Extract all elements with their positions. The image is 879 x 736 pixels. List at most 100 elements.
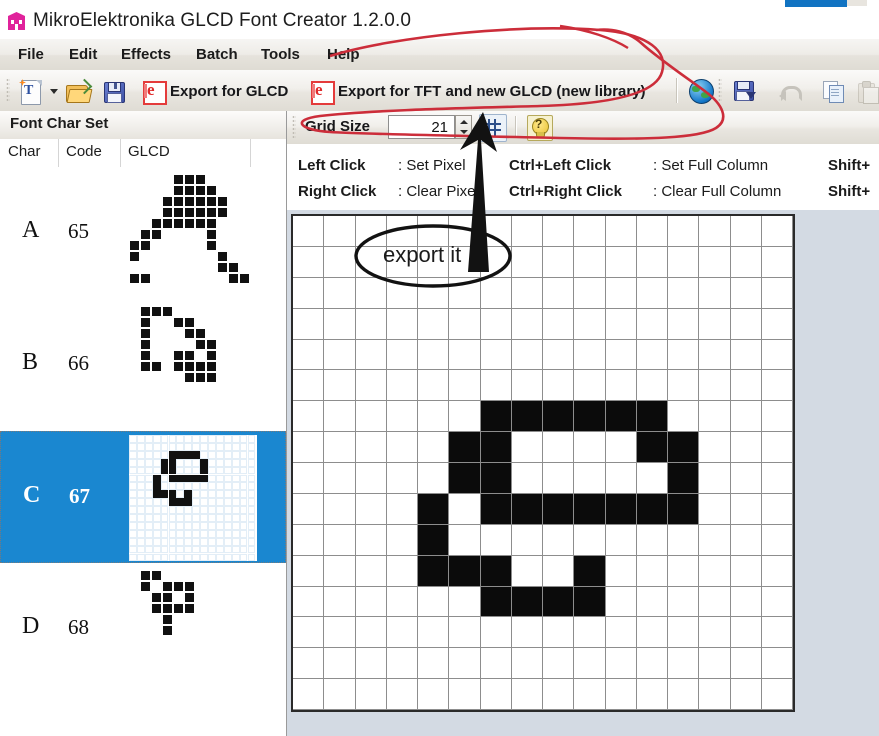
pixel-cell[interactable] (511, 617, 543, 649)
pixel-cell[interactable] (574, 648, 606, 680)
pixel-cell[interactable] (355, 370, 387, 402)
pixel-cell[interactable] (449, 648, 481, 680)
pixel-cell[interactable] (386, 679, 418, 710)
pixel-cell[interactable] (636, 524, 668, 556)
pixel-cell[interactable] (605, 246, 637, 278)
help-button[interactable]: ? (527, 115, 553, 141)
pixel-cell[interactable] (449, 401, 481, 433)
grid-size-stepper[interactable] (455, 115, 472, 139)
pixel-cell[interactable] (543, 555, 575, 587)
pixel-cell[interactable] (636, 432, 668, 463)
char-row-D[interactable]: D 68 (0, 563, 286, 695)
pixel-cell[interactable] (636, 679, 668, 710)
pixel-cell[interactable] (574, 216, 606, 247)
pixel-cell[interactable] (511, 463, 543, 494)
pixel-cell[interactable] (543, 432, 575, 463)
new-font-button[interactable]: T (14, 74, 63, 109)
open-button[interactable] (60, 74, 96, 109)
pixel-cell[interactable] (386, 463, 418, 494)
pixel-cell[interactable] (636, 493, 668, 525)
pixel-cell[interactable] (605, 339, 637, 371)
pixel-cell[interactable] (730, 463, 762, 494)
pixel-cell[interactable] (668, 586, 700, 618)
pixel-editor-grid[interactable] (291, 214, 795, 712)
pixel-cell[interactable] (324, 277, 356, 309)
pixel-cell[interactable] (386, 370, 418, 402)
pixel-cell[interactable] (418, 401, 450, 433)
pixel-cell[interactable] (636, 401, 668, 433)
pixel-cell[interactable] (668, 524, 700, 556)
pixel-cell[interactable] (605, 524, 637, 556)
pixel-cell[interactable] (293, 401, 325, 433)
pixel-cell[interactable] (418, 308, 450, 340)
pixel-cell[interactable] (543, 246, 575, 278)
pixel-cell[interactable] (449, 339, 481, 371)
pixel-cell[interactable] (386, 339, 418, 371)
pixel-cell[interactable] (543, 617, 575, 649)
pixel-cell[interactable] (293, 524, 325, 556)
pixel-cell[interactable] (605, 586, 637, 618)
pixel-cell[interactable] (324, 524, 356, 556)
pixel-cell[interactable] (324, 617, 356, 649)
pixel-cell[interactable] (761, 586, 793, 618)
pixel-cell[interactable] (699, 463, 731, 494)
pixel-cell[interactable] (386, 648, 418, 680)
grid-toolbar-grip[interactable] (292, 115, 296, 139)
stepper-up-icon[interactable] (460, 120, 468, 124)
pixel-cell[interactable] (293, 648, 325, 680)
toolbar-grip-2[interactable] (718, 78, 722, 102)
pixel-cell[interactable] (574, 463, 606, 494)
pixel-cell[interactable] (761, 308, 793, 340)
pixel-cell[interactable] (636, 648, 668, 680)
pixel-cell[interactable] (574, 308, 606, 340)
pixel-cell[interactable] (605, 432, 637, 463)
pixel-cell[interactable] (511, 401, 543, 433)
pixel-cell[interactable] (543, 308, 575, 340)
pixel-cell[interactable] (730, 432, 762, 463)
pixel-cell[interactable] (543, 401, 575, 433)
pixel-cell[interactable] (636, 216, 668, 247)
pixel-cell[interactable] (324, 432, 356, 463)
pixel-cell[interactable] (730, 216, 762, 247)
pixel-cell[interactable] (574, 555, 606, 587)
pixel-cell[interactable] (668, 370, 700, 402)
pixel-cell[interactable] (574, 246, 606, 278)
pixel-cell[interactable] (543, 586, 575, 618)
pixel-cell[interactable] (355, 493, 387, 525)
pixel-cell[interactable] (574, 277, 606, 309)
pixel-cell[interactable] (418, 463, 450, 494)
pixel-cell[interactable] (355, 617, 387, 649)
pixel-cell[interactable] (324, 246, 356, 278)
pixel-cell[interactable] (605, 370, 637, 402)
pixel-cell[interactable] (761, 555, 793, 587)
pixel-cell[interactable] (324, 308, 356, 340)
column-divider[interactable] (250, 139, 251, 167)
pixel-cell[interactable] (636, 246, 668, 278)
pixel-cell[interactable] (668, 308, 700, 340)
pixel-cell[interactable] (699, 617, 731, 649)
pixel-cell[interactable] (605, 679, 637, 710)
pixel-cell[interactable] (480, 277, 512, 309)
pixel-cell[interactable] (605, 617, 637, 649)
pixel-cell[interactable] (418, 679, 450, 710)
column-header-glcd[interactable]: GLCD (128, 143, 170, 160)
pixel-cell[interactable] (636, 308, 668, 340)
menu-edit[interactable]: Edit (61, 44, 105, 66)
pixel-cell[interactable] (480, 401, 512, 433)
pixel-cell[interactable] (480, 308, 512, 340)
pixel-cell[interactable] (574, 432, 606, 463)
pixel-cell[interactable] (324, 339, 356, 371)
pixel-cell[interactable] (293, 370, 325, 402)
pixel-cell[interactable] (511, 246, 543, 278)
pixel-cell[interactable] (605, 401, 637, 433)
menu-batch[interactable]: Batch (188, 44, 246, 66)
menu-tools[interactable]: Tools (253, 44, 308, 66)
pixel-cell[interactable] (668, 277, 700, 309)
pixel-cell[interactable] (761, 524, 793, 556)
pixel-cell[interactable] (574, 401, 606, 433)
pixel-cell[interactable] (730, 246, 762, 278)
pixel-cell[interactable] (543, 277, 575, 309)
pixel-cell[interactable] (605, 463, 637, 494)
pixel-cell[interactable] (511, 586, 543, 618)
pixel-cell[interactable] (730, 401, 762, 433)
